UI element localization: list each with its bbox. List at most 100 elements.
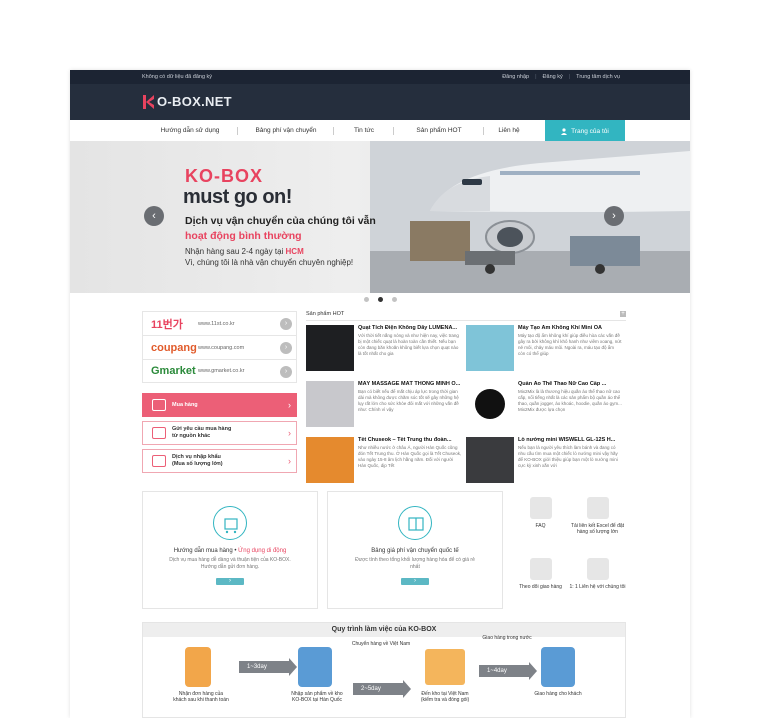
account-links: Đăng nhập Đăng ký Trung tâm dịch vụ [502, 74, 620, 80]
partner-coupang[interactable]: coupang www.coupang.com › [142, 335, 297, 359]
hero-slogan: must go on! [183, 186, 292, 208]
hero-prev-button[interactable]: ‹ [144, 206, 164, 226]
nav-item-shipping-fee[interactable]: Bảng phí vận chuyển [238, 120, 334, 142]
product-title: Quạt Tích Điện Không Dây LUMENA... [358, 325, 458, 331]
shopping-bag-icon [152, 399, 166, 411]
hot-product-item[interactable]: Quạt Tích Điện Không Dây LUMENA... Với th… [306, 325, 466, 377]
product-description: Với thời tiết nắng nóng và như hiện nay,… [358, 333, 459, 356]
partner-logo-coupang: coupang [151, 341, 197, 354]
logo-wordmark: KO-BOX.NET [157, 94, 232, 109]
top-utility-bar: Không có dữ liệu đã đăng ký Đăng nhập Đă… [70, 70, 690, 84]
carousel-dot[interactable] [391, 297, 397, 302]
excel-download-icon [586, 497, 609, 519]
tracking-link[interactable]: Theo dõi giao hàng [512, 552, 569, 609]
nav-item-news[interactable]: Tin tức [334, 120, 394, 142]
my-page-label: Trang của tôi [571, 127, 609, 135]
site-logo[interactable]: KO-BOX.NET [143, 94, 232, 109]
workflow-arrow3: 1~4day [479, 662, 537, 680]
package-icon [398, 506, 432, 540]
partner-url: www.coupang.com [198, 344, 245, 351]
product-thumbnail [466, 437, 514, 483]
brand-header: KO-BOX.NET [70, 84, 690, 120]
partner-logo-11st: 11번가 [151, 318, 183, 331]
step4-delivery-illustration [541, 647, 575, 687]
carousel-dot-active[interactable] [377, 297, 383, 302]
workflow-step2: Nhập sản phẩm về kho KO-BOX tại Hàn Quốc [291, 691, 343, 703]
shipping-fee-button[interactable]: › [401, 578, 429, 585]
box-icon [152, 455, 166, 467]
product-description: Nếu bạn là người yêu thích làm bánh và đ… [518, 445, 618, 468]
purchase-guide-card[interactable]: Hướng dẫn mua hàng • Ứng dụng di động Dị… [142, 491, 318, 609]
hot-product-item[interactable]: MÁY MASSAGE MẮT THÔNG MINH O... Bạn có bi… [306, 381, 466, 433]
hot-product-item[interactable]: Tết Chuseok – Tết Trung thu đoàn... Như n… [306, 437, 466, 489]
partner-11st[interactable]: 11번가 www.11st.co.kr › [142, 311, 297, 335]
contact-link[interactable]: 1: 1 Liên hệ với chúng tôi [569, 552, 626, 609]
hero-message-line3: Nhận hàng sau 2-4 ngày tại HCM [185, 247, 304, 256]
product-title: Lò nướng mini WISWELL GL-12S H... [518, 437, 616, 443]
hero-message-line2: hoạt động bình thường [185, 230, 302, 242]
my-page-button[interactable]: Trang của tôi [545, 120, 625, 142]
product-description: Như nhiều nước ở châu Á, người Hàn Quốc … [358, 445, 462, 468]
product-thumbnail [466, 381, 514, 427]
nav-item-hot-products[interactable]: Sản phẩm HOT [394, 120, 484, 142]
faq-label: FAQ [535, 523, 546, 529]
request-icon [152, 427, 166, 439]
partner-gmarket[interactable]: Gmarket www.gmarket.co.kr › [142, 359, 297, 383]
product-title: MÁY MASSAGE MẮT THÔNG MINH O... [358, 381, 461, 387]
hero-next-button[interactable]: › [604, 206, 624, 226]
service-center-link[interactable]: Trung tâm dịch vụ [569, 74, 620, 80]
page-frame: Không có dữ liệu đã đăng ký Đăng nhập Đă… [70, 70, 690, 718]
step2-worker-illustration [298, 647, 332, 687]
excel-download-link[interactable]: Tải liên kết Excel để đặt hàng số lượng … [569, 491, 626, 548]
hero-message-line4: Vì, chúng tôi là nhà vận chuyển chuyên n… [185, 258, 354, 267]
purchase-guide-desc: Dịch vụ mua hàng dễ dàng và thuận tiện c… [169, 557, 291, 570]
chevron-right-icon: › [280, 342, 292, 354]
chevron-right-icon: › [280, 366, 292, 378]
login-link[interactable]: Đăng nhập [502, 74, 529, 80]
workflow-step4: Giao hàng cho khách [534, 691, 582, 697]
register-link[interactable]: Đăng ký [535, 74, 563, 80]
chevron-right-icon: › [280, 318, 292, 330]
chevron-right-icon: › [288, 428, 291, 438]
hot-products-title: Sản phẩm HOT [306, 311, 626, 321]
nav-item-contact[interactable]: Liên hệ [484, 120, 534, 142]
import-service-button[interactable]: Dịch vụ nhập khẩu (Mua số lượng lớn) › [142, 449, 297, 473]
ship-to-vietnam-label: Chuyển hàng về Việt Nam [351, 641, 411, 647]
registration-notice: Không có dữ liệu đã đăng ký [142, 74, 213, 80]
main-navigation: Hướng dẫn sử dụng Bảng phí vận chuyển Ti… [70, 120, 690, 142]
purchase-request-label: Gửi yêu cầu mua hàng từ nguồn khác [172, 426, 232, 439]
nav-item-guide[interactable]: Hướng dẫn sử dụng [142, 120, 238, 142]
shipping-fee-desc: Được tính theo tổng khối lượng hàng hóa … [355, 557, 475, 570]
chevron-right-icon: › [288, 400, 291, 410]
cart-icon [213, 506, 247, 540]
product-thumbnail [306, 437, 354, 483]
search-icon [529, 558, 552, 580]
hot-product-item[interactable]: Lò nướng mini WISWELL GL-12S H... Nếu bạn… [466, 437, 626, 489]
hero-brand: KO-BOX [185, 166, 263, 186]
workflow-title: Quy trình làm việc của KO-BOX [143, 623, 625, 637]
partner-links: 11번가 www.11st.co.kr › coupang www.coupan… [142, 311, 297, 383]
product-description: Mix2Mix là là thương hiệu quần áo thể th… [518, 389, 622, 412]
carousel-indicators [70, 297, 690, 302]
workflow-step3: Đến kho tại Việt Nam (kiểm tra và đóng g… [420, 691, 470, 703]
hot-product-item[interactable]: Quần Áo Thể Thao Nữ Cao Cấp ... Mix2Mix l… [466, 381, 626, 433]
faq-link[interactable]: FAQ [512, 491, 569, 548]
carousel-dot[interactable] [363, 297, 369, 302]
workflow-arrow1: 1~3day [239, 658, 297, 676]
hot-product-item[interactable]: Máy Tạo Ẩm Không Khí Mini OA Máy tạo độ ẩ… [466, 325, 626, 377]
hero-message-line1: Dịch vụ vận chuyển của chúng tôi vẫn [185, 215, 376, 227]
kobox-logo-icon [143, 94, 154, 109]
chat-icon [586, 558, 609, 580]
purchase-guide-button[interactable]: › [216, 578, 244, 585]
buy-service-button[interactable]: Mua hàng › [142, 393, 297, 417]
airplane-illustration [370, 141, 690, 293]
shipping-fee-card[interactable]: Bảng giá phí vận chuyển quốc tế Được tín… [327, 491, 503, 609]
product-thumbnail [466, 325, 514, 371]
user-icon [561, 127, 568, 135]
more-plus-icon[interactable]: + [620, 311, 626, 317]
purchase-request-button[interactable]: Gửi yêu cầu mua hàng từ nguồn khác › [142, 421, 297, 445]
contact-label: 1: 1 Liên hệ với chúng tôi [569, 584, 626, 590]
product-thumbnail [306, 381, 354, 427]
tracking-label: Theo dõi giao hàng [519, 584, 562, 590]
workflow-step1: Nhận đơn hàng của khách sau khi thanh to… [173, 691, 229, 703]
